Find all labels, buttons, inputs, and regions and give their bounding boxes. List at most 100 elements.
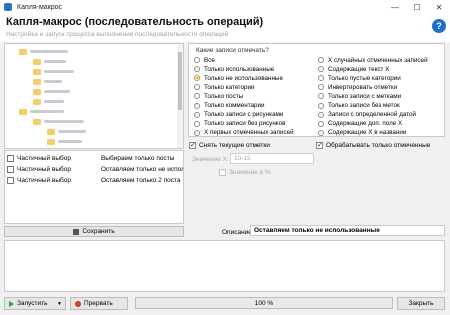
play-icon [9, 300, 14, 307]
folder-icon [33, 88, 41, 95]
radio-dot [194, 102, 200, 109]
folder-icon [47, 138, 55, 145]
clear-marks-checkbox[interactable]: Снять текущие отметки [189, 141, 270, 150]
radio-dot [318, 111, 324, 118]
operations-list[interactable]: Частичный выбор Выбираем только посты Ча… [4, 150, 184, 224]
value-x-input[interactable]: 10-15 [230, 153, 314, 164]
help-icon[interactable]: ? [432, 19, 446, 33]
filter-radio-option[interactable]: Только записи с рисунками [194, 111, 283, 119]
radio-label: Содержащие X в названии [328, 129, 407, 137]
filter-radio-option[interactable]: Содержащие X в названии [318, 129, 406, 137]
dropdown-arrow-icon[interactable]: ▼ [57, 301, 62, 307]
progress-text: 100 % [254, 299, 274, 307]
folder-icon [33, 68, 41, 75]
folder-icon [47, 128, 55, 135]
filter-radio-option[interactable]: Содержащие текст X [318, 65, 389, 73]
scrollbar-thumb[interactable] [178, 52, 182, 110]
radio-dot [194, 129, 200, 136]
operation-type: Частичный выбор [17, 176, 71, 184]
folder-icon [33, 58, 41, 65]
radio-dot [318, 102, 324, 109]
radio-label: Только посты [204, 92, 244, 100]
page-subtitle: Настройка и запуск процесса выполнения п… [6, 31, 229, 38]
radio-dot [194, 93, 200, 100]
checkbox-label: Обрабатывать только отмеченные [326, 142, 431, 149]
filter-radio-option[interactable]: Записи с определенной датой [318, 111, 416, 119]
radio-dot [194, 84, 200, 91]
abort-button[interactable]: Прервать [70, 297, 128, 310]
checkbox-label: Снять текущие отметки [199, 142, 270, 149]
log-area[interactable] [4, 240, 445, 292]
filter-radio-option[interactable]: Только записи без меток [318, 102, 400, 110]
radio-dot [194, 120, 200, 127]
run-button[interactable]: Запустить ▼ [4, 297, 66, 310]
tree-item[interactable] [47, 128, 86, 135]
filter-radio-option[interactable]: Инвертировать отметки [318, 83, 397, 91]
tree-item[interactable] [19, 108, 64, 115]
tree-item[interactable] [33, 118, 84, 125]
progress-bar: 100 % [135, 297, 393, 309]
filter-radio-option[interactable]: Только записи с метками [318, 92, 401, 100]
close-window-button[interactable]: ✕ [428, 0, 450, 14]
tree-item[interactable] [33, 88, 70, 95]
percent-checkbox[interactable]: Значение в % [219, 168, 271, 177]
list-item[interactable]: Частичный выбор Оставляем только не испо… [7, 164, 183, 174]
operation-icon [7, 165, 14, 173]
tree-item[interactable] [47, 138, 82, 145]
description-label: Описание: [222, 229, 254, 236]
filter-radio-option[interactable]: Только категории [194, 83, 255, 91]
radio-label: Только пустые категории [328, 74, 401, 82]
filter-radio-option[interactable]: Только записи без рисунков [194, 120, 285, 128]
folder-icon [19, 108, 27, 115]
radio-label: Записи с определенной датой [328, 111, 417, 119]
filter-radio-option[interactable]: Содержащие доп. поле X [318, 120, 402, 128]
checkbox-box [189, 141, 196, 149]
radio-label: X первых отмеченных записей [204, 129, 294, 137]
list-item[interactable]: Частичный выбор Выбираем только посты [7, 153, 183, 163]
tree-scrollbar[interactable] [177, 44, 183, 148]
radio-label: Только записи без рисунков [204, 120, 286, 128]
radio-label: Только записи без меток [328, 102, 400, 109]
filter-radio-option[interactable]: X случайных отмеченных записей [318, 56, 428, 64]
radio-label: Инвертировать отметки [328, 83, 398, 91]
radio-label: Только записи с метками [328, 92, 402, 100]
radio-label: Только комментарии [204, 102, 265, 109]
filter-radio-option[interactable]: Только комментарии [194, 102, 265, 110]
radio-label: X случайных отмеченных записей [328, 56, 428, 64]
tree-item[interactable] [33, 68, 74, 75]
close-button[interactable]: Закрыть [397, 297, 445, 310]
window-title: Капля-макрос [17, 3, 63, 11]
process-marked-checkbox[interactable]: Обрабатывать только отмеченные [316, 141, 430, 150]
run-button-label: Запустить [17, 300, 48, 307]
description-input[interactable]: Оставляем только не использованные [250, 225, 445, 236]
maximize-button[interactable]: ☐ [406, 0, 428, 14]
radio-dot [318, 75, 324, 82]
tree-item[interactable] [33, 58, 66, 65]
folder-icon [33, 118, 41, 125]
filter-group-title: Какие записи отмечать? [196, 47, 269, 54]
radio-dot [194, 66, 200, 73]
stop-icon [75, 300, 81, 307]
save-button[interactable]: Сохранить [4, 226, 184, 237]
operation-icon [7, 154, 14, 162]
operation-description: Оставляем только 2 поста [100, 176, 181, 184]
dialog-header: Капля-макрос (последовательность операци… [0, 14, 450, 42]
filter-radio-option[interactable]: Только не использованные [194, 74, 283, 82]
filter-radio-option[interactable]: Все [194, 56, 215, 64]
abort-button-label: Прервать [84, 300, 113, 307]
radio-label: Только не использованные [204, 74, 283, 82]
minimize-button[interactable]: — [384, 0, 406, 14]
filter-radio-option[interactable]: Только пустые категории [318, 74, 401, 82]
filter-radio-option[interactable]: Только использованные [194, 65, 274, 73]
tree-item[interactable] [33, 98, 64, 105]
tree-item[interactable] [19, 48, 68, 55]
project-tree[interactable] [4, 43, 184, 149]
filter-radio-option[interactable]: X первых отмеченных записей [194, 129, 294, 137]
tree-item[interactable] [33, 78, 62, 85]
radio-dot [194, 75, 200, 82]
list-item[interactable]: Частичный выбор Оставляем только 2 поста [7, 175, 183, 185]
radio-dot [318, 84, 324, 91]
save-icon [73, 228, 80, 235]
radio-label: Только использованные [204, 65, 275, 73]
filter-radio-option[interactable]: Только посты [194, 92, 243, 100]
